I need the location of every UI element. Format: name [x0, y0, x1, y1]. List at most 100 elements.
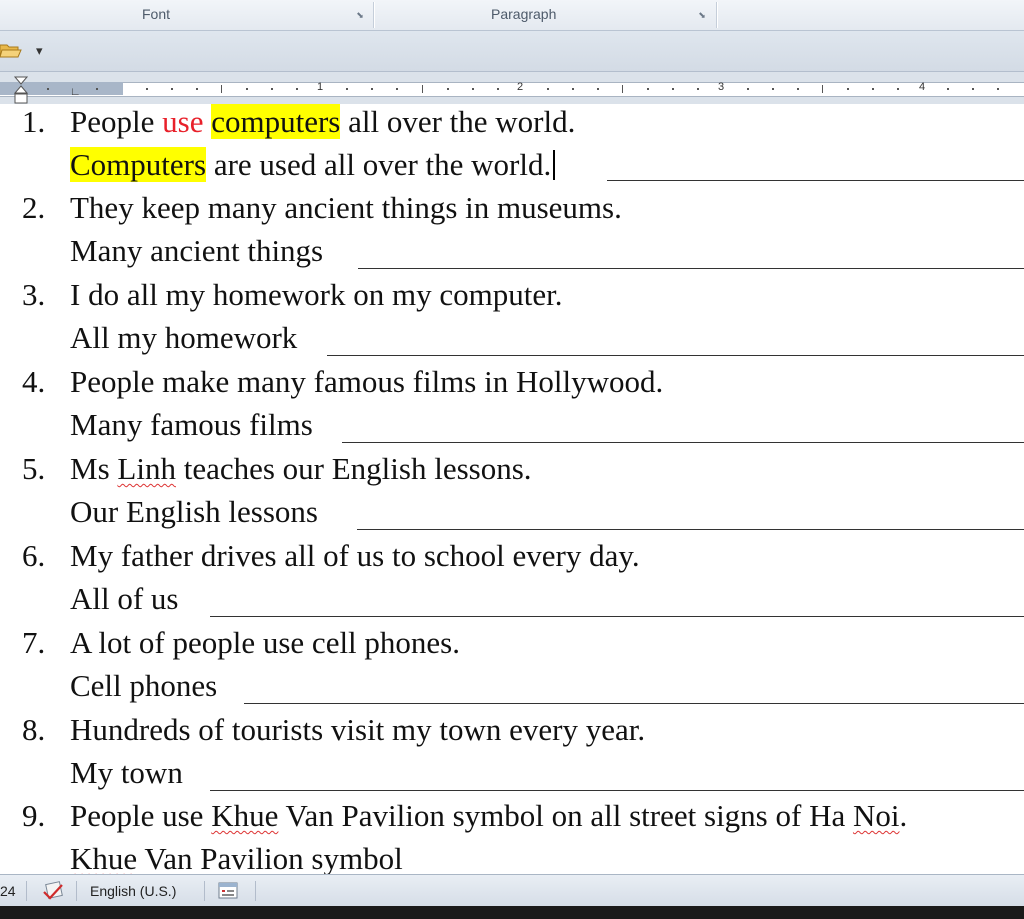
exercise-item-8: 8. Hundreds of tourists visit my town ev… [0, 712, 1024, 802]
original-sentence: People make many famous films in Hollywo… [70, 364, 664, 399]
ruler-dot [547, 88, 549, 90]
ribbon-group-bar: Font ⬊ Paragraph ⬊ [0, 0, 1024, 31]
sentence-part: Ms [70, 451, 118, 486]
original-sentence: A lot of people use cell phones. [70, 625, 460, 660]
ruler-dot [196, 88, 198, 90]
item-number: 7. [22, 625, 46, 660]
answer-prompt: My town [70, 755, 183, 790]
indent-marker-icon[interactable] [14, 76, 28, 106]
item-number: 2. [22, 190, 46, 225]
answer-blank-line[interactable] [342, 442, 1024, 443]
ribbon-separator [716, 2, 717, 28]
sentence-part: People [70, 104, 163, 139]
answer-prompt: Many famous films [70, 407, 313, 442]
ruler-tick [221, 85, 222, 93]
ruler-number: 2 [517, 81, 524, 93]
spellcheck-word[interactable]: Khue [70, 841, 137, 874]
answer-blank-line[interactable] [607, 180, 1024, 181]
answer-blank-line[interactable] [358, 268, 1024, 269]
item-number: 6. [22, 538, 46, 573]
item-number: 4. [22, 364, 46, 399]
exercise-item-9: 9. People use Khue Van Pavilion symbol o… [0, 798, 1024, 874]
status-separator [204, 881, 205, 901]
answer-blank-line[interactable] [357, 529, 1024, 530]
spellcheck-word[interactable]: Linh [117, 451, 176, 486]
answer-blank-line[interactable] [244, 703, 1024, 704]
original-sentence: They keep many ancient things in museums… [70, 190, 622, 225]
exercise-item-3: 3. I do all my homework on my computer. … [0, 277, 1024, 367]
ruler-dot [396, 88, 398, 90]
answer-prompt: All of us [70, 581, 179, 616]
exercise-item-7: 7. A lot of people use cell phones. Cell… [0, 625, 1024, 715]
answer-blank-line[interactable] [210, 616, 1024, 617]
sentence-part: People use [70, 798, 212, 833]
answer-prompt: All my homework [70, 320, 298, 355]
ruler-dot [847, 88, 849, 90]
ruler-tick [822, 85, 823, 93]
proofing-errors-icon[interactable] [42, 881, 66, 901]
answer-prompt: Cell phones [70, 668, 218, 703]
ruler-dot [346, 88, 348, 90]
original-sentence: People use Khue Van Pavilion symbol on a… [70, 798, 907, 834]
item-number: 5. [22, 451, 46, 486]
ruler-dot [947, 88, 949, 90]
ruler-dot [96, 88, 98, 90]
page-count-fragment[interactable]: 24 [0, 883, 16, 899]
language-indicator[interactable]: English (U.S.) [90, 883, 176, 899]
highlighted-subject: Computers [70, 147, 207, 182]
spellcheck-word[interactable]: Khue [211, 798, 278, 833]
original-sentence: Hundreds of tourists visit my town every… [70, 712, 646, 747]
open-folder-icon[interactable] [0, 41, 22, 59]
item-number: 1. [22, 104, 46, 139]
answer-part: are used all over the world. [206, 147, 552, 182]
spellcheck-word[interactable]: Noi [853, 798, 900, 833]
ruler-number: 3 [718, 81, 725, 93]
ruler-dot [497, 88, 499, 90]
ruler-tick [422, 85, 423, 93]
original-sentence: My father drives all of us to school eve… [70, 538, 640, 573]
ruler-dot [472, 88, 474, 90]
sentence-part: . [899, 798, 908, 833]
customize-toolbar-dropdown-icon[interactable]: ▾ [36, 43, 43, 59]
exercise-item-2: 2. They keep many ancient things in muse… [0, 190, 1024, 280]
ruler-dot [797, 88, 799, 90]
ruler-dot [597, 88, 599, 90]
highlighted-object: computers [211, 104, 341, 139]
ribbon-group-paragraph: Paragraph ⬊ [375, 0, 715, 30]
status-separator [76, 881, 77, 901]
answer-blank-line[interactable] [210, 790, 1024, 791]
ruler-dot [246, 88, 248, 90]
status-separator [255, 881, 256, 901]
item-number: 9. [22, 798, 46, 833]
ribbon-group-paragraph-label: Paragraph [491, 6, 557, 22]
answer-blank-line[interactable] [327, 355, 1024, 356]
ruler-dot [371, 88, 373, 90]
status-bar: 24 English (U.S.) [0, 874, 1024, 907]
ruler-dot [897, 88, 899, 90]
ruler-dot [146, 88, 148, 90]
ruler-dot [572, 88, 574, 90]
ribbon-group-font-label: Font [142, 6, 171, 22]
answer-part: Van Pavilion symbol [137, 841, 403, 874]
macro-recording-icon[interactable] [217, 881, 239, 901]
font-dialog-launcher-icon[interactable]: ⬊ [355, 10, 365, 20]
verb-red-text: use [162, 104, 204, 139]
tab-stop-icon[interactable]: ∟ [70, 86, 81, 98]
answer-line[interactable]: Computers are used all over the world. [70, 147, 556, 183]
ruler-strip [0, 82, 1024, 97]
ruler-number: 4 [919, 81, 926, 93]
exercise-item-6: 6. My father drives all of us to school … [0, 538, 1024, 628]
text-cursor [553, 150, 556, 180]
exercise-item-5: 5. Ms Linh teaches our English lessons. … [0, 451, 1024, 541]
ruler-dot [747, 88, 749, 90]
item-number: 8. [22, 712, 46, 747]
ruler-dot [171, 88, 173, 90]
document-page[interactable]: 1. People use computers all over the wor… [0, 104, 1024, 874]
ruler-number: 1 [317, 81, 324, 93]
exercise-item-4: 4. People make many famous films in Holl… [0, 364, 1024, 454]
ruler-dot [772, 88, 774, 90]
ruler-dot [872, 88, 874, 90]
paragraph-dialog-launcher-icon[interactable]: ⬊ [697, 10, 707, 20]
horizontal-ruler: ∟ 1 2 3 4 [0, 72, 1024, 105]
ruler-dot [997, 88, 999, 90]
